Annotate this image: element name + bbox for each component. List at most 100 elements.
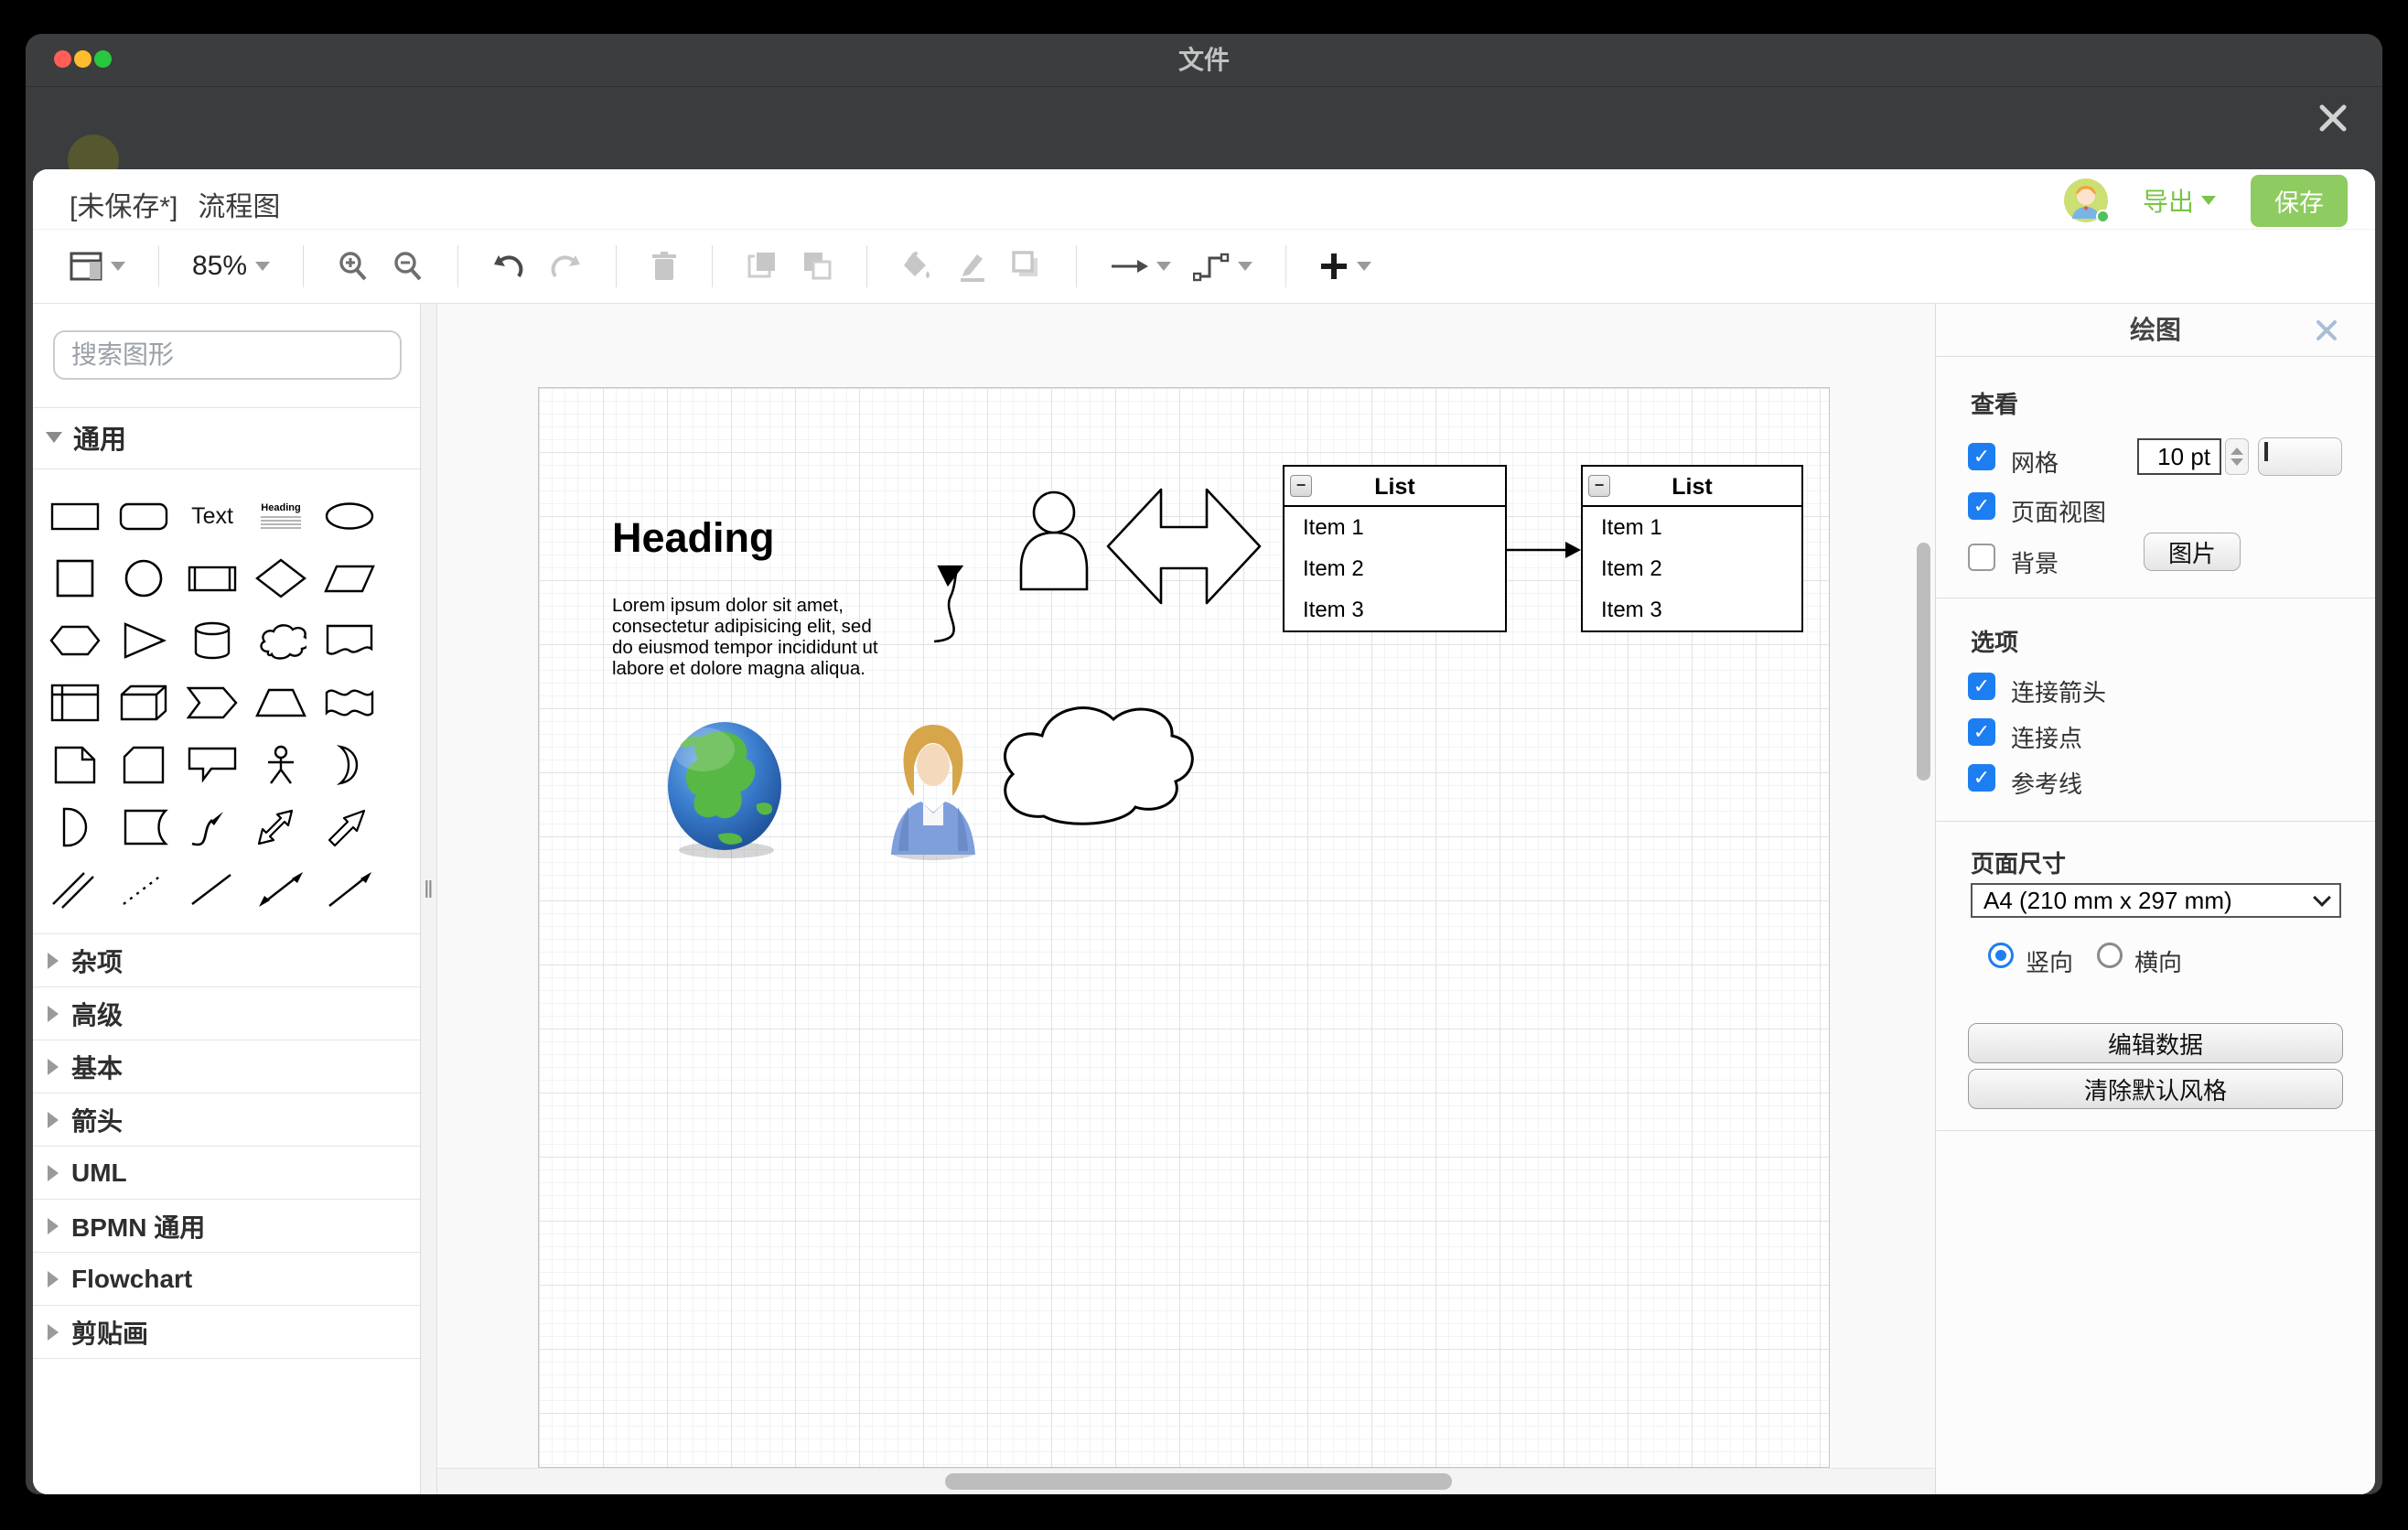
shape-rounded-rectangle[interactable] xyxy=(114,490,173,543)
search-input[interactable] xyxy=(70,339,403,371)
drawing-page[interactable]: Heading Lorem ipsum dolor sit amet, cons… xyxy=(538,387,1830,1468)
shape-ellipse[interactable] xyxy=(320,490,379,543)
list-box-1[interactable]: − List Item 1 Item 2 Item 3 xyxy=(1283,465,1507,632)
shape-textbox[interactable]: Heading xyxy=(254,490,307,543)
grid-checkbox[interactable] xyxy=(1968,443,1995,470)
section-bpmn[interactable]: BPMN 通用 xyxy=(33,1199,420,1252)
section-basic[interactable]: 基本 xyxy=(33,1040,420,1093)
shape-rectangle[interactable] xyxy=(46,490,104,543)
shape-link[interactable] xyxy=(46,863,104,916)
portrait-radio[interactable] xyxy=(1988,943,2014,968)
sidebar-collapse-handle[interactable]: ‖ xyxy=(424,876,435,904)
list-title-bar[interactable]: − List xyxy=(1583,467,1801,507)
background-checkbox[interactable] xyxy=(1968,544,1995,571)
connection-arrows-checkbox[interactable] xyxy=(1968,673,1995,700)
page-size-select[interactable]: A4 (210 mm x 297 mm) xyxy=(1971,883,2341,918)
export-button[interactable]: 导出 xyxy=(2143,182,2216,219)
shape-diamond[interactable] xyxy=(252,552,310,605)
grid-size-input[interactable] xyxy=(2137,438,2221,475)
shape-or[interactable] xyxy=(320,738,379,792)
shape-card[interactable] xyxy=(114,738,173,792)
globe-clipart[interactable] xyxy=(668,722,781,858)
landscape-radio[interactable] xyxy=(2097,943,2123,968)
list-item[interactable]: Item 2 xyxy=(1285,548,1505,589)
connection-points-checkbox[interactable] xyxy=(1968,718,1995,746)
guides-checkbox[interactable] xyxy=(1968,764,1995,792)
close-icon[interactable] xyxy=(2315,100,2351,136)
background-image-button[interactable]: 图片 xyxy=(2144,533,2241,571)
shape-hexagon[interactable] xyxy=(46,614,104,667)
list-item[interactable]: Item 1 xyxy=(1285,507,1505,548)
section-misc[interactable]: 杂项 xyxy=(33,933,420,986)
shape-cube[interactable] xyxy=(114,676,173,729)
shape-internal-storage[interactable] xyxy=(46,676,104,729)
list-item[interactable]: Item 2 xyxy=(1583,548,1801,589)
collapse-icon[interactable]: − xyxy=(1290,475,1312,497)
section-clipart[interactable]: 剪贴画 xyxy=(33,1305,420,1358)
shape-circle[interactable] xyxy=(114,552,173,605)
edit-data-button[interactable]: 编辑数据 xyxy=(1968,1023,2343,1063)
undo-button[interactable] xyxy=(480,252,537,281)
line-color-button[interactable] xyxy=(944,251,999,282)
shape-curve[interactable] xyxy=(183,801,242,854)
save-button[interactable]: 保存 xyxy=(2251,175,2348,227)
fill-color-button[interactable] xyxy=(889,251,944,282)
shape-data-storage[interactable] xyxy=(114,801,173,854)
section-flowchart[interactable]: Flowchart xyxy=(33,1252,420,1305)
shape-actor[interactable] xyxy=(252,738,310,792)
panel-close-icon[interactable] xyxy=(2315,318,2338,342)
shape-trapezoid[interactable] xyxy=(252,676,310,729)
shape-callout[interactable] xyxy=(183,738,242,792)
section-general[interactable]: 通用 xyxy=(33,408,420,467)
user-avatar[interactable] xyxy=(2064,178,2108,222)
shape-tape[interactable] xyxy=(320,676,379,729)
shape-text[interactable]: Text xyxy=(183,490,242,543)
section-advanced[interactable]: 高级 xyxy=(33,986,420,1040)
zoom-out-button[interactable] xyxy=(381,250,435,283)
section-uml[interactable]: UML xyxy=(33,1146,420,1199)
list-box-2[interactable]: − List Item 1 Item 2 Item 3 xyxy=(1581,465,1803,632)
shape-parallelogram[interactable] xyxy=(320,552,379,605)
grid-color-swatch[interactable] xyxy=(2258,437,2342,476)
collapse-icon[interactable]: − xyxy=(1588,475,1610,497)
shape-square[interactable] xyxy=(46,552,104,605)
shape-arrow[interactable] xyxy=(320,801,379,854)
cloud-shape[interactable] xyxy=(1005,708,1192,824)
list-item[interactable]: Item 3 xyxy=(1583,589,1801,630)
list-item[interactable]: Item 3 xyxy=(1285,589,1505,630)
shape-note[interactable] xyxy=(46,738,104,792)
curved-connector[interactable] xyxy=(934,566,962,641)
grid-size-stepper[interactable] xyxy=(2225,438,2249,475)
double-arrow-shape[interactable] xyxy=(1108,490,1260,603)
shape-process[interactable] xyxy=(183,552,242,605)
shape-document[interactable] xyxy=(320,614,379,667)
canvas[interactable]: Heading Lorem ipsum dolor sit amet, cons… xyxy=(437,304,1935,1468)
shape-and[interactable] xyxy=(46,801,104,854)
view-layout-button[interactable] xyxy=(59,252,136,281)
redo-button[interactable] xyxy=(537,252,594,281)
vertical-scrollbar[interactable] xyxy=(1917,543,1930,781)
section-arrows[interactable]: 箭头 xyxy=(33,1093,420,1146)
person-shape[interactable] xyxy=(1021,492,1087,589)
shape-step[interactable] xyxy=(183,676,242,729)
stepper-down-icon[interactable] xyxy=(2231,458,2243,466)
list-title-bar[interactable]: − List xyxy=(1285,467,1505,507)
shadow-button[interactable] xyxy=(999,251,1054,282)
businesswoman-clipart[interactable] xyxy=(891,725,975,860)
page-view-checkbox[interactable] xyxy=(1968,492,1995,520)
zoom-level-dropdown[interactable]: 85% xyxy=(181,251,281,282)
shape-dashed-line[interactable] xyxy=(114,863,173,916)
connection-style-button[interactable] xyxy=(1099,255,1182,277)
insert-button[interactable] xyxy=(1308,252,1382,281)
shape-triangle[interactable] xyxy=(114,614,173,667)
shape-line[interactable] xyxy=(183,863,242,916)
waypoint-style-button[interactable] xyxy=(1182,251,1263,282)
sidebar-resize-gutter[interactable]: ‖ xyxy=(421,304,437,1494)
list-item[interactable]: Item 1 xyxy=(1583,507,1801,548)
horizontal-scrollbar-thumb[interactable] xyxy=(945,1473,1452,1490)
clear-default-style-button[interactable]: 清除默认风格 xyxy=(1968,1069,2343,1109)
to-front-button[interactable] xyxy=(735,251,790,282)
shape-cylinder[interactable] xyxy=(183,614,242,667)
zoom-in-button[interactable] xyxy=(326,250,381,283)
shape-bidirectional-connector[interactable] xyxy=(252,863,310,916)
